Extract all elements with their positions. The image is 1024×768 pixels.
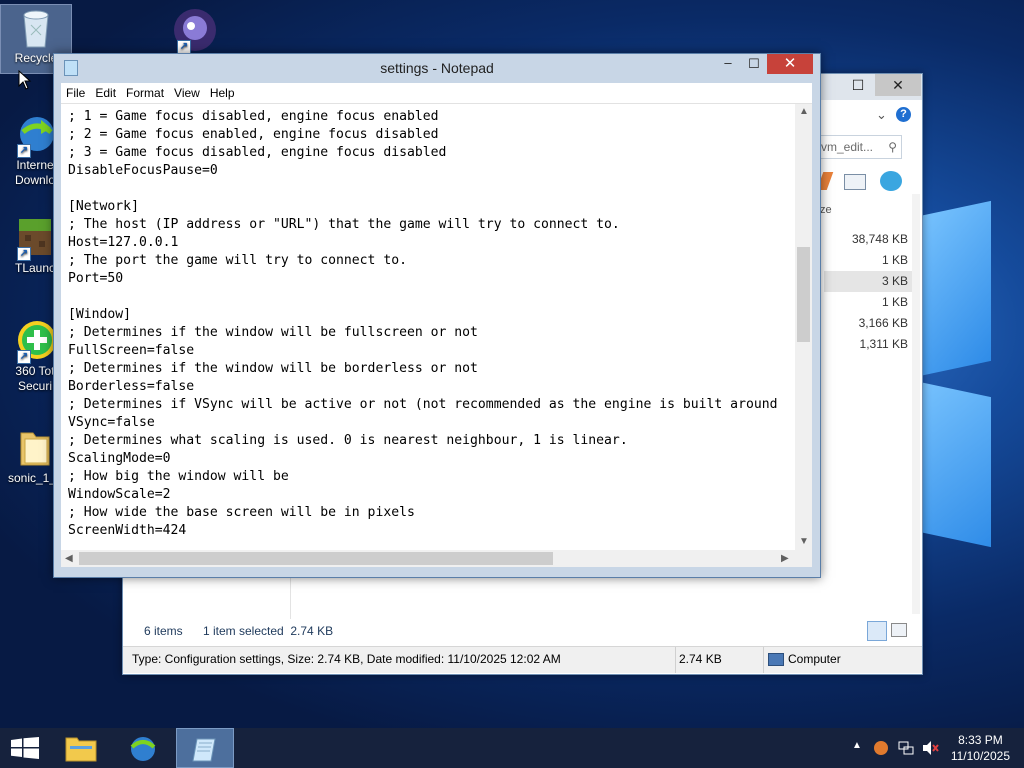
menu-file[interactable]: File xyxy=(61,83,90,103)
game-shortcut[interactable]: ↗ xyxy=(160,8,230,54)
explorer-status-bar: 6 items 1 item selected 2.74 KB xyxy=(123,619,922,645)
explorer-toolbar-icons xyxy=(816,170,915,194)
idm-globe-icon xyxy=(130,737,156,761)
shortcut-arrow-icon: ↗ xyxy=(177,40,191,54)
file-size[interactable]: 1,311 KB xyxy=(824,334,914,355)
chevron-down-icon[interactable]: ⌄ xyxy=(876,107,887,123)
help-icon[interactable]: ? xyxy=(896,107,911,122)
explorer-scrollbar[interactable] xyxy=(912,194,920,614)
location-text: Computer xyxy=(788,652,841,666)
tray-app-icon[interactable] xyxy=(874,741,888,755)
menu-edit[interactable]: Edit xyxy=(90,83,121,103)
maximize-button[interactable]: ☐ xyxy=(741,54,767,74)
search-icon: ⚲ xyxy=(888,140,897,154)
divider xyxy=(675,647,676,673)
vertical-scroll-thumb[interactable] xyxy=(797,247,810,342)
scroll-up-icon[interactable]: ▲ xyxy=(799,106,809,117)
game-character-icon: ↗ xyxy=(173,8,217,54)
volume-muted-icon[interactable] xyxy=(922,740,940,756)
items-count: 6 items xyxy=(144,624,183,638)
notepad-menu-bar: File Edit Format View Help xyxy=(61,83,812,104)
vertical-scrollbar[interactable]: ▲ ▼ xyxy=(795,104,812,550)
network-icon[interactable] xyxy=(898,740,914,756)
taskbar-notepad[interactable] xyxy=(176,728,234,768)
mouse-cursor-icon xyxy=(18,70,32,90)
taskbar-idm[interactable] xyxy=(114,728,172,768)
explorer-close-button[interactable]: ✕ xyxy=(875,74,921,96)
clock-time: 8:33 PM xyxy=(958,733,1003,747)
menu-format[interactable]: Format xyxy=(121,83,169,103)
size-column-header[interactable]: ze xyxy=(820,204,832,216)
horizontal-scroll-thumb[interactable] xyxy=(79,552,553,565)
minecraft-block-icon: ↗ xyxy=(13,215,57,261)
divider xyxy=(763,647,764,673)
horizontal-scrollbar[interactable]: ◀ ▶ xyxy=(61,550,795,567)
search-text: vm_edit... xyxy=(821,140,874,154)
notepad-icon xyxy=(192,738,216,762)
file-size[interactable]: 3,166 KB xyxy=(824,313,914,334)
recycle-bin-icon xyxy=(14,5,58,49)
scroll-left-icon[interactable]: ◀ xyxy=(65,553,73,564)
taskbar: ▲ 8:33 PM 11/10/2025 xyxy=(0,728,1024,768)
show-hidden-icons-chevron-icon[interactable]: ▲ xyxy=(852,740,862,751)
details-text: Type: Configuration settings, Size: 2.74… xyxy=(132,652,561,666)
360-security-icon: ↗ xyxy=(13,318,57,364)
notepad-text-area[interactable]: ; 1 = Game focus disabled, engine focus … xyxy=(61,104,795,550)
desktop: Recycle ↗ ↗ Interne Downlo ↗ TLaunc ↗ 36… xyxy=(0,0,1024,728)
file-size-selected[interactable]: 3 KB xyxy=(824,271,914,292)
menu-view[interactable]: View xyxy=(169,83,205,103)
close-button[interactable]: ✕ xyxy=(767,54,813,74)
explorer-search-input[interactable]: vm_edit... ⚲ xyxy=(820,135,902,159)
computer-icon xyxy=(768,653,784,666)
details-view-icon[interactable] xyxy=(867,621,887,641)
scroll-corner xyxy=(795,550,812,567)
detail-size: 2.74 KB xyxy=(679,652,722,666)
scroll-down-icon[interactable]: ▼ xyxy=(799,536,809,547)
file-size[interactable]: 1 KB xyxy=(824,292,914,313)
shell-icon[interactable] xyxy=(880,171,902,191)
shortcut-arrow-icon: ↗ xyxy=(17,144,31,158)
explorer-maximize-button[interactable]: ☐ xyxy=(841,74,875,96)
taskbar-file-explorer[interactable] xyxy=(52,728,110,768)
large-icons-view-icon[interactable] xyxy=(891,623,907,637)
minimize-button[interactable]: ‒ xyxy=(715,54,741,74)
system-clock[interactable]: 8:33 PM 11/10/2025 xyxy=(951,732,1010,764)
scroll-right-icon[interactable]: ▶ xyxy=(781,553,789,564)
shortcut-arrow-icon: ↗ xyxy=(17,350,31,364)
notepad-title: settings - Notepad xyxy=(380,60,494,76)
windows-start-icon xyxy=(11,737,39,759)
file-size[interactable]: 1 KB xyxy=(824,250,914,271)
monitor-icon[interactable] xyxy=(844,174,866,190)
notepad-content[interactable]: ; 1 = Game focus disabled, engine focus … xyxy=(61,104,795,540)
explorer-ribbon-controls: ⌄ ? xyxy=(820,104,918,130)
menu-help[interactable]: Help xyxy=(205,83,240,103)
clock-date: 11/10/2025 xyxy=(950,749,1010,763)
start-button[interactable] xyxy=(0,728,50,768)
selected-info: 1 item selected 2.74 KB xyxy=(203,624,334,638)
notepad-title-bar[interactable]: settings - Notepad ‒ ☐ ✕ xyxy=(54,54,820,82)
file-size[interactable]: 38,748 KB xyxy=(824,229,914,250)
notepad-window[interactable]: settings - Notepad ‒ ☐ ✕ File Edit Format V… xyxy=(53,53,821,578)
folder-icon xyxy=(13,425,57,469)
explorer-details-bar: Type: Configuration settings, Size: 2.74… xyxy=(123,646,922,673)
size-column: 38,748 KB 1 KB 3 KB 1 KB 3,166 KB 1,311 … xyxy=(824,229,914,355)
shortcut-arrow-icon: ↗ xyxy=(17,247,31,261)
idm-globe-icon: ↗ xyxy=(13,112,57,158)
file-explorer-icon xyxy=(65,737,97,762)
